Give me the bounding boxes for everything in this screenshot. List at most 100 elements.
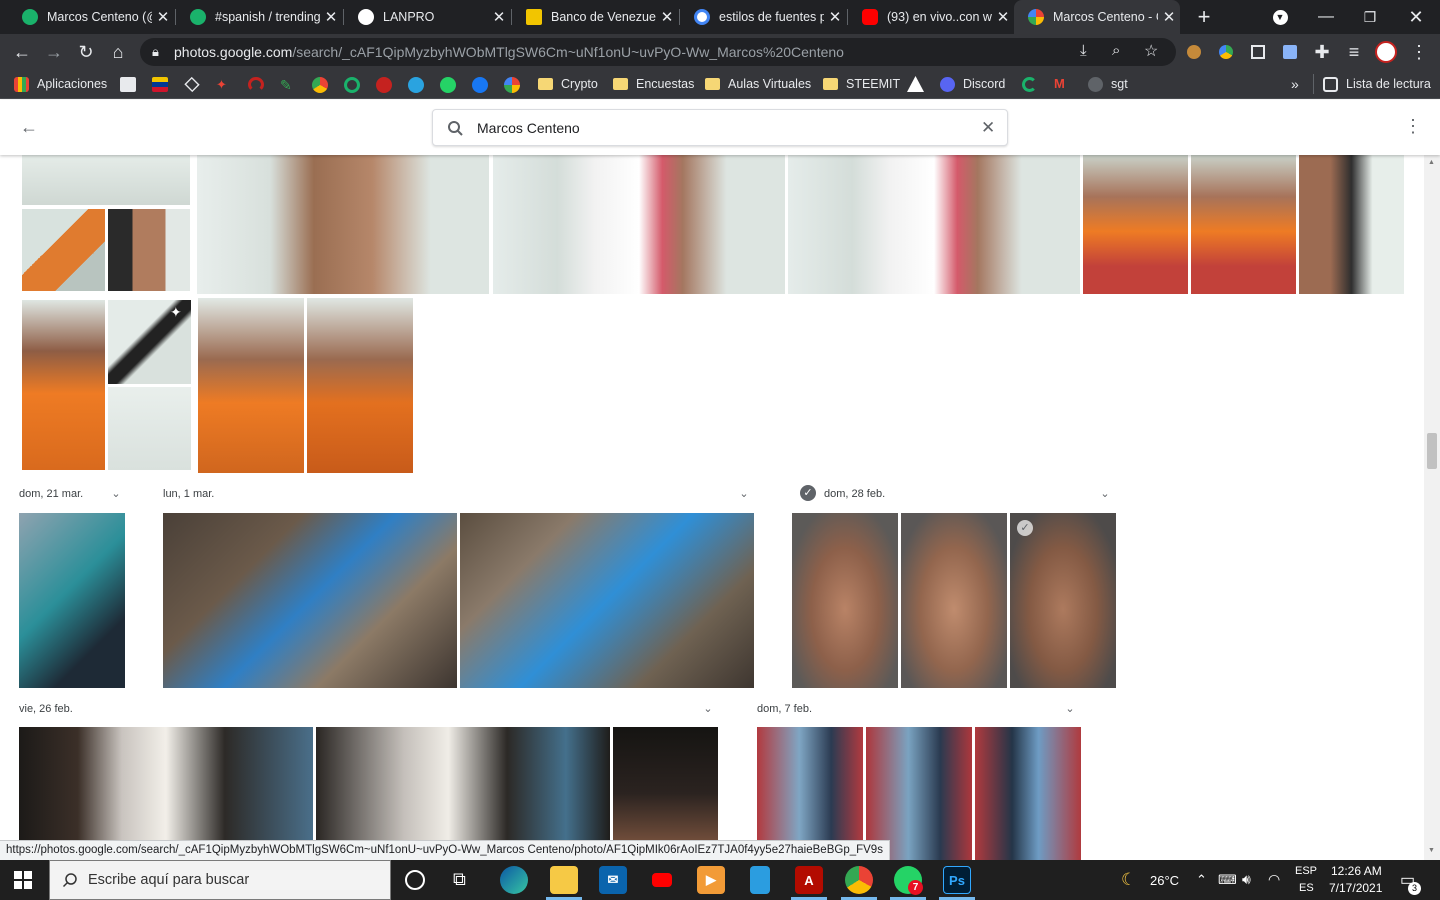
acrobat-icon[interactable]: A [795, 866, 823, 894]
photo-thumbnail[interactable] [901, 513, 1007, 688]
clear-search-icon[interactable]: ✕ [981, 118, 995, 138]
profile-avatar[interactable] [1370, 34, 1402, 70]
bookmark-triangle-icon[interactable] [907, 76, 924, 92]
photo-thumbnail[interactable] [792, 513, 898, 688]
bookmark-venezuela-icon[interactable] [152, 77, 168, 92]
wifi-icon[interactable]: ◠ [1268, 871, 1280, 888]
bookmark-folder-crypto[interactable]: Crypto [538, 70, 598, 98]
whatsapp-taskbar-icon[interactable]: 7 [894, 866, 923, 895]
bookmark-steemit-icon[interactable] [344, 77, 360, 93]
url-text[interactable]: photos.google.com/search/_cAF1QipMyzbyhW… [174, 44, 844, 60]
restore-icon[interactable]: ❐ [1354, 0, 1386, 34]
address-bar[interactable]: 🔒︎ photos.google.com/search/_cAF1QipMyzb… [140, 38, 1176, 66]
photo-thumbnail[interactable] [22, 155, 190, 205]
lock-icon[interactable]: 🔒︎ [152, 44, 159, 60]
chevron-down-icon[interactable]: ⌄ [700, 702, 716, 715]
extension-qr-icon[interactable] [1242, 34, 1274, 70]
bookmark-chrome-icon[interactable] [312, 77, 328, 93]
photo-thumbnail[interactable] [975, 727, 1081, 860]
new-tab-icon[interactable]: + [1188, 0, 1220, 34]
tab-youtube[interactable]: (93) en vivo..con we ✕ [848, 0, 1014, 34]
bookmark-star-icon[interactable]: ☆ [1144, 41, 1158, 61]
bookmark-vector-icon[interactable] [184, 76, 200, 93]
extension-color-icon[interactable] [1210, 34, 1242, 70]
media-player-icon[interactable]: ▶ [697, 866, 725, 894]
photo-thumbnail[interactable] [493, 155, 785, 294]
tab-search-icon[interactable]: ▼ [1264, 0, 1296, 34]
scroll-down-icon[interactable]: ▼ [1428, 847, 1435, 854]
mail-icon[interactable]: ✉ [599, 866, 627, 894]
tab-marcos-steemit[interactable]: Marcos Centeno (@ ✕ [8, 0, 174, 34]
google-photos-bookmark-icon[interactable] [504, 77, 520, 93]
install-icon[interactable]: ⤓ [1080, 42, 1087, 59]
photo-thumbnail[interactable] [197, 155, 489, 294]
bookmark-c-icon[interactable] [1022, 77, 1037, 92]
chevron-down-icon[interactable]: ⌄ [1062, 702, 1078, 715]
extension-cookie-icon[interactable] [1178, 34, 1210, 70]
close-icon[interactable]: ✕ [152, 8, 174, 26]
minimize-icon[interactable]: — [1310, 0, 1342, 34]
reading-list-icon[interactable]: ≡ [1338, 34, 1370, 70]
reading-list-button[interactable]: Lista de lectura [1323, 70, 1431, 98]
close-icon[interactable]: ✕ [488, 8, 510, 26]
photo-thumbnail[interactable] [1299, 155, 1404, 294]
clock-date[interactable]: 7/17/2021 [1329, 881, 1382, 895]
ime-icon[interactable]: ⌨ [1218, 872, 1237, 888]
photo-thumbnail[interactable] [198, 298, 304, 473]
windows-start-icon[interactable] [14, 871, 32, 889]
chrome-taskbar-icon[interactable] [845, 866, 873, 894]
photo-thumbnail[interactable] [1083, 155, 1188, 294]
weather-moon-icon[interactable]: ☾ [1121, 870, 1136, 890]
close-icon[interactable]: ✕ [992, 8, 1014, 26]
phone-app-icon[interactable] [750, 866, 770, 894]
close-icon[interactable]: ✕ [1158, 8, 1180, 26]
tab-estilos-fuentes[interactable]: estilos de fuentes p ✕ [680, 0, 846, 34]
photo-thumbnail[interactable] [19, 513, 125, 688]
scrollbar[interactable]: ▲ ▼ [1424, 155, 1440, 860]
bookmark-folder-steemit[interactable]: STEEMIT [823, 70, 900, 98]
close-icon[interactable]: ✕ [824, 8, 846, 26]
menu-dots-icon[interactable]: ⋮ [1403, 34, 1435, 70]
back-arrow-icon[interactable]: ← [20, 117, 38, 138]
close-icon[interactable]: ✕ [320, 8, 342, 26]
select-check-icon[interactable]: ✓ [1017, 520, 1033, 536]
window-close-icon[interactable]: ✕ [1400, 0, 1432, 34]
photo-thumbnail[interactable] [1191, 155, 1296, 294]
more-bookmarks-icon[interactable]: » [1291, 70, 1299, 98]
bookmark-discord[interactable]: Discord [940, 70, 1005, 98]
photo-thumbnail[interactable]: ✓ [1010, 513, 1116, 688]
extensions-puzzle-icon[interactable]: ✚ [1306, 34, 1338, 70]
more-options-icon[interactable]: ⋮ [1404, 116, 1422, 137]
scrollbar-thumb[interactable] [1427, 433, 1437, 469]
photoshop-icon[interactable]: Ps [943, 866, 971, 894]
cortana-icon[interactable] [405, 870, 425, 890]
tab-google-photos[interactable]: Marcos Centeno - G ✕ [1014, 0, 1180, 34]
tab-lanpro[interactable]: LANPRO ✕ [344, 0, 510, 34]
bookmark-sgt[interactable]: sgt [1088, 70, 1128, 98]
bookmark-folder-aulas[interactable]: Aulas Virtuales [705, 70, 811, 98]
close-icon[interactable]: ✕ [656, 8, 678, 26]
bookmark-folder-encuestas[interactable]: Encuestas [613, 70, 694, 98]
extension-cursor-icon[interactable] [1274, 34, 1306, 70]
photo-thumbnail[interactable] [22, 300, 105, 470]
taskbar-search[interactable]: Escribe aquí para buscar [49, 860, 391, 900]
whatsapp-icon[interactable] [440, 77, 456, 93]
forward-icon[interactable]: → [38, 34, 70, 70]
language-top[interactable]: ESP [1295, 865, 1317, 877]
edge-icon[interactable] [500, 866, 528, 894]
bookmark-site-icon[interactable] [120, 77, 136, 92]
bookmark-pen-icon[interactable]: ✎ [280, 77, 296, 93]
bookmark-speed-icon[interactable] [248, 77, 264, 92]
photo-thumbnail[interactable] [108, 209, 190, 291]
tab-banco-venezuela[interactable]: Banco de Venezuela ✕ [512, 0, 678, 34]
chevron-down-icon[interactable]: ⌄ [1097, 487, 1113, 500]
photo-thumbnail[interactable] [788, 155, 1080, 294]
weather-temperature[interactable]: 26°C [1150, 873, 1179, 888]
chevron-down-icon[interactable]: ⌄ [108, 487, 124, 500]
bookmark-star-site-icon[interactable]: ✦ [216, 77, 232, 92]
tray-chevron-up-icon[interactable]: ⌃ [1196, 872, 1207, 888]
search-input[interactable]: Marcos Centeno [477, 120, 580, 136]
photo-thumbnail[interactable]: ✦ [108, 300, 191, 384]
facebook-icon[interactable] [472, 77, 488, 93]
language-bottom[interactable]: ES [1299, 882, 1314, 894]
